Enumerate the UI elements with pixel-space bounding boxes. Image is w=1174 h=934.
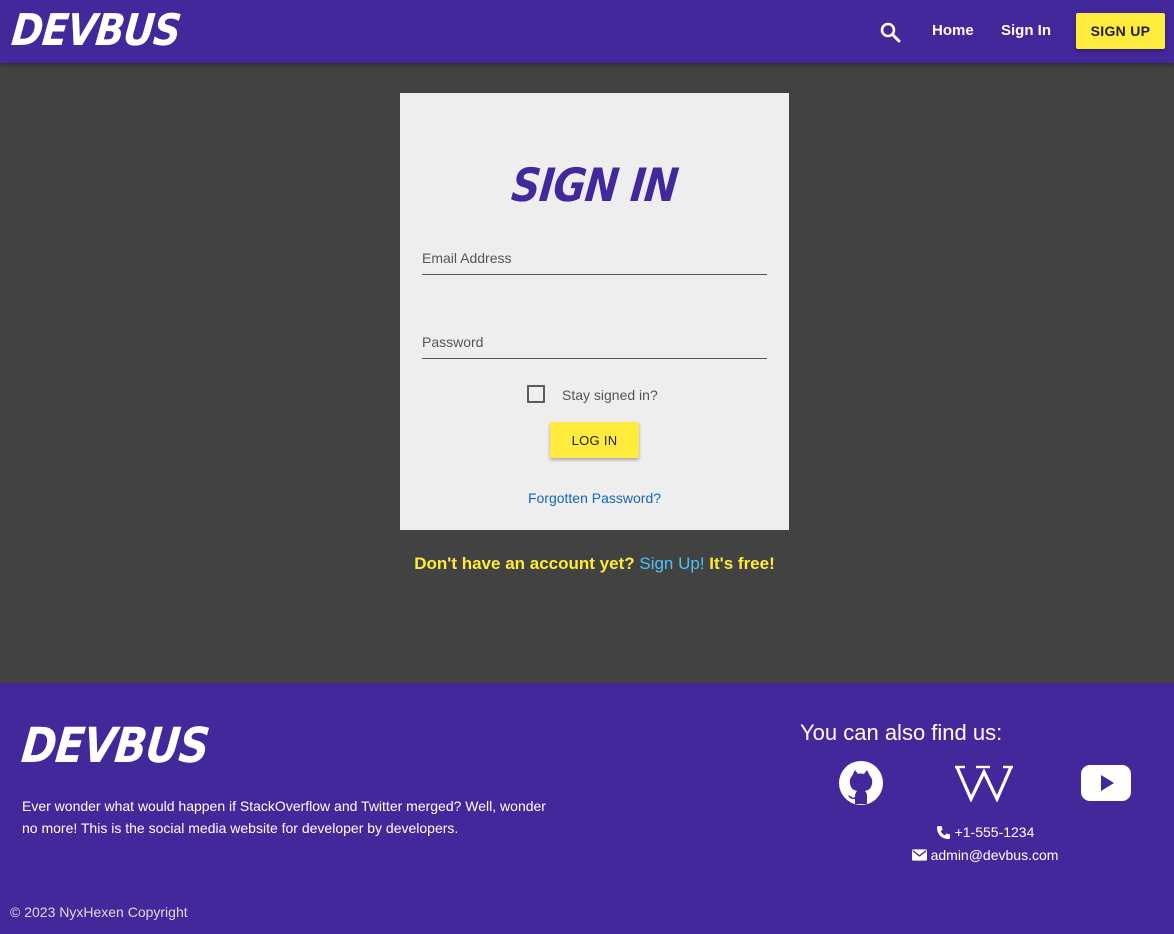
sign-up-promo: Don't have an account yet? Sign Up! It's… — [400, 554, 789, 574]
envelope-icon — [911, 849, 927, 861]
stay-signed-in-checkbox[interactable] — [527, 385, 545, 403]
password-input[interactable] — [422, 315, 767, 358]
password-field — [422, 315, 767, 359]
contact-phone: +1-555-1234 — [900, 823, 1070, 841]
stay-signed-in-label: Stay signed in? — [562, 387, 658, 403]
footer-logo: DEVBUS — [19, 717, 212, 774]
brand-logo[interactable]: DEVBUS — [9, 5, 182, 56]
search-button[interactable] — [878, 20, 902, 44]
phone-icon — [936, 825, 950, 839]
promo-prefix: Don't have an account yet? — [414, 554, 635, 573]
copyright: © 2023 NyxHexen Copyright — [10, 904, 188, 920]
github-icon — [839, 761, 883, 805]
log-in-button[interactable]: LOG IN — [550, 422, 639, 458]
nav-sign-in-link[interactable]: Sign In — [1001, 22, 1051, 40]
footer-description: Ever wonder what would happen if StackOv… — [22, 798, 546, 836]
forgot-password-link[interactable]: Forgotten Password? — [400, 490, 789, 506]
email-address[interactable]: admin@devbus.com — [931, 846, 1059, 864]
nav-home-link[interactable]: Home — [932, 22, 974, 40]
youtube-icon — [1081, 765, 1131, 801]
wikipedia-icon — [955, 765, 1013, 803]
find-us-heading: You can also find us: — [800, 720, 1003, 745]
phone-number[interactable]: +1-555-1234 — [955, 823, 1035, 841]
nav-sign-up-button[interactable]: SIGN UP — [1076, 13, 1165, 49]
contact-email: admin@devbus.com — [900, 846, 1070, 864]
youtube-link[interactable] — [1081, 765, 1131, 801]
sign-in-title: SIGN IN — [509, 159, 680, 213]
promo-suffix: It's free! — [709, 554, 775, 573]
search-icon — [880, 22, 901, 43]
wikipedia-link[interactable] — [955, 764, 1013, 803]
promo-sign-up-link[interactable]: Sign Up! — [639, 554, 704, 573]
email-field — [422, 231, 767, 275]
github-link[interactable] — [838, 760, 884, 806]
email-input[interactable] — [422, 231, 767, 274]
